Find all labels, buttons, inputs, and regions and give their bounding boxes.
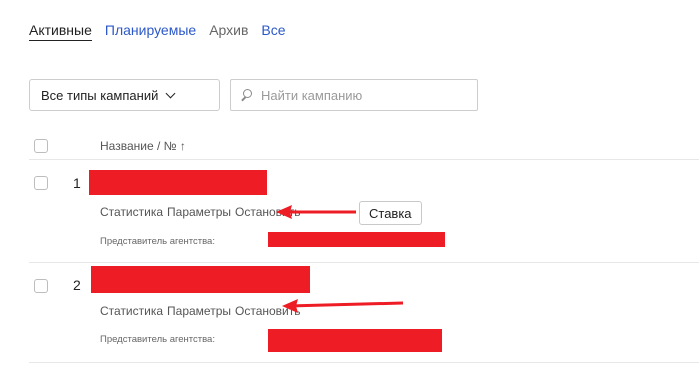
annotation-arrow-icon <box>282 299 404 313</box>
divider <box>29 362 699 363</box>
redacted-agent-name <box>268 329 442 352</box>
agent-label: Представитель агентства: <box>100 334 215 345</box>
